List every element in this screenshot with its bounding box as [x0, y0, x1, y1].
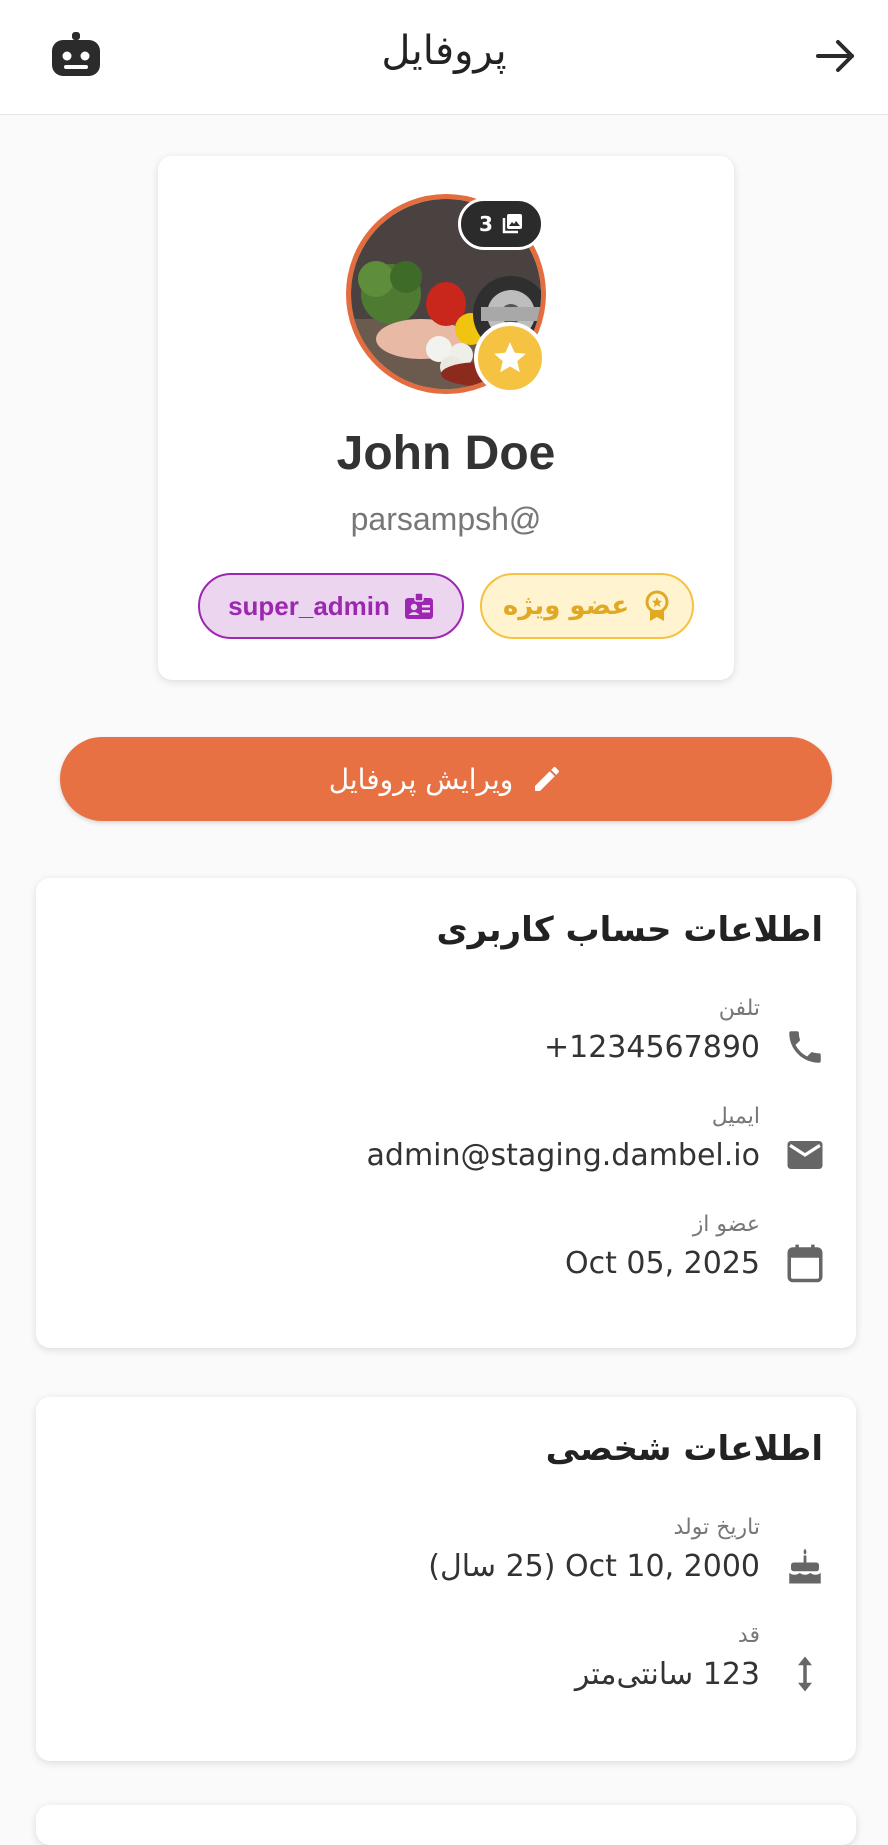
- edit-profile-button[interactable]: ویرایش پروفایل: [60, 737, 832, 821]
- cake-icon: [789, 1548, 821, 1584]
- role-chip: super_admin: [198, 573, 464, 639]
- account-info-card: اطلاعات حساب کاربری تلفن 1234567890+ ایم…: [36, 878, 856, 1348]
- photo-count: 3: [479, 212, 493, 236]
- email-icon: [787, 1141, 823, 1169]
- premium-star-badge: [474, 322, 546, 394]
- height-label: قد: [737, 1623, 760, 1648]
- email-row: ایمیل admin@staging.dambel.io: [36, 1104, 856, 1194]
- birthdate-label: تاریخ تولد: [673, 1515, 760, 1540]
- award-icon: [645, 590, 669, 621]
- premium-chip: عضو ویژه: [480, 573, 694, 639]
- photo-library-icon: [502, 214, 522, 234]
- email-value: admin@staging.dambel.io: [366, 1138, 760, 1173]
- account-info-title: اطلاعات حساب کاربری: [436, 910, 823, 950]
- page-title: پروفایل: [381, 28, 507, 74]
- star-icon: [494, 342, 526, 373]
- height-row: قد 123 سانتی‌متر: [36, 1623, 856, 1713]
- badge-icon: [404, 592, 433, 619]
- phone-value: 1234567890+: [543, 1030, 760, 1065]
- edit-profile-label: ویرایش پروفایل: [328, 762, 514, 796]
- calendar-icon: [787, 1244, 823, 1283]
- birthdate-row: تاریخ تولد Oct 10, 2000 (25 سال): [36, 1515, 856, 1605]
- email-label: ایمیل: [711, 1104, 760, 1129]
- arrow-forward-icon[interactable]: [814, 34, 858, 78]
- height-icon: [798, 1656, 812, 1692]
- user-name: John Doe: [336, 427, 556, 480]
- next-card-partial: [36, 1805, 856, 1845]
- personal-info-card: اطلاعات شخصی تاریخ تولد Oct 10, 2000 (25…: [36, 1397, 856, 1761]
- premium-chip-label: عضو ویژه: [502, 591, 630, 621]
- phone-row: تلفن 1234567890+: [36, 996, 856, 1086]
- profile-card: 3 John Doe parsampsh@ super_admin عضو وی…: [158, 156, 734, 680]
- phone-label: تلفن: [718, 996, 760, 1021]
- member-since-value: Oct 05, 2025: [565, 1246, 760, 1281]
- pencil-icon: [535, 767, 560, 791]
- height-value: 123 سانتی‌متر: [574, 1657, 760, 1692]
- birthdate-value: Oct 10, 2000 (25 سال): [428, 1549, 760, 1584]
- user-handle: parsampsh@: [350, 501, 542, 537]
- personal-info-title: اطلاعات شخصی: [545, 1429, 823, 1469]
- app-bar: پروفایل: [0, 0, 888, 115]
- member-since-row: عضو از Oct 05, 2025: [36, 1212, 856, 1302]
- phone-icon: [789, 1031, 821, 1063]
- role-chip-label: super_admin: [228, 590, 390, 621]
- member-since-label: عضو از: [692, 1212, 760, 1237]
- photo-count-badge[interactable]: 3: [458, 198, 544, 250]
